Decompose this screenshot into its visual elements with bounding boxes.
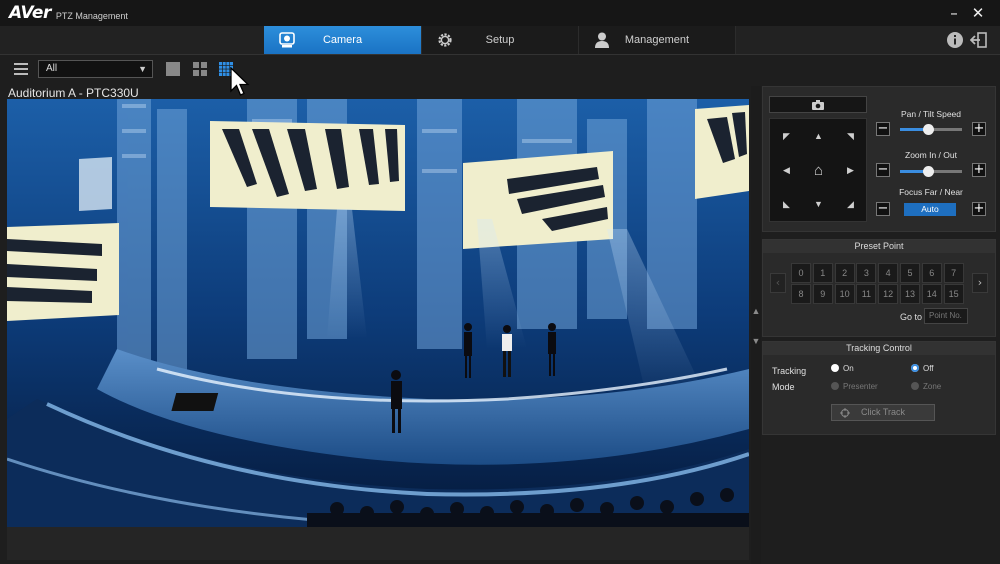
tracking-label: Tracking [772, 366, 807, 376]
mode-presenter-radio[interactable] [831, 382, 839, 390]
preset-button[interactable]: 6 [921, 263, 942, 283]
tracking-control-title: Tracking Control [763, 342, 995, 355]
pan-tilt-speed-thumb[interactable] [922, 124, 934, 135]
ptz-control-panel: ◤ ▲ ◥ ◀ ⌂ ▶ ◣ ▼ ◢ Pan / Tilt Speed − + Z… [762, 86, 996, 232]
tracking-on-label: On [843, 364, 854, 373]
focus-near-button[interactable]: + [972, 202, 986, 216]
pan-up-right-button[interactable]: ◥ [835, 120, 866, 153]
tracking-off-radio[interactable] [911, 364, 919, 372]
single-layout-icon[interactable] [166, 62, 180, 76]
preset-next-button[interactable]: › [972, 273, 988, 293]
mode-presenter-label: Presenter [843, 382, 878, 391]
focus-auto-button[interactable]: Auto [904, 203, 956, 216]
camera-snapshot-icon [812, 100, 824, 110]
preset-point-panel: Preset Point ‹ 0 1 2 3 4 5 6 7 8 9 10 11 12 13 14 15 › … [762, 239, 996, 337]
zoom-slider[interactable] [900, 166, 962, 177]
quad-layout-icon[interactable] [193, 62, 207, 76]
goto-point-input[interactable]: Point No. [924, 308, 968, 324]
minimize-button[interactable]: – [944, 3, 964, 23]
preset-prev-button[interactable]: ‹ [770, 273, 786, 293]
mouse-cursor-icon [230, 67, 250, 96]
preset-button[interactable]: 0 [791, 263, 811, 283]
pan-down-left-button[interactable]: ◣ [771, 188, 802, 221]
goto-label: Go to [900, 312, 923, 322]
pan-up-left-button[interactable]: ◤ [771, 120, 802, 153]
view-toolbar: All ▼ [0, 56, 1000, 84]
focus-label: Focus Far / Near [899, 187, 963, 197]
camera-group-value: All [46, 63, 58, 74]
tracking-control-panel: Tracking Control Tracking Mode On Off Pr… [762, 341, 996, 435]
main-nav: Camera Setup Management [0, 26, 1000, 55]
preset-button[interactable]: 14 [921, 284, 942, 304]
collapse-up-icon[interactable]: ▲ [751, 306, 761, 316]
tracking-on-radio[interactable] [831, 364, 839, 372]
pan-tilt-minus-button[interactable]: − [876, 122, 890, 136]
snapshot-button[interactable] [769, 96, 867, 113]
tab-management[interactable]: Management [579, 26, 736, 54]
preset-button[interactable]: 12 [878, 284, 899, 304]
preset-button[interactable]: 7 [943, 263, 964, 283]
click-track-label: Click Track [860, 407, 905, 417]
pan-right-button[interactable]: ▶ [835, 154, 866, 187]
collapse-down-icon[interactable]: ▼ [751, 336, 761, 346]
title-bar: AVer PTZ Management – ✕ [0, 0, 1000, 26]
menu-icon[interactable] [14, 63, 28, 75]
direction-pad: ◤ ▲ ◥ ◀ ⌂ ▶ ◣ ▼ ◢ [769, 118, 867, 222]
logout-icon[interactable] [970, 31, 988, 49]
mode-label: Mode [772, 382, 795, 392]
mode-zone-radio[interactable] [911, 382, 919, 390]
aver-logo: AVer [9, 3, 51, 23]
crosshair-icon [840, 408, 850, 418]
zoom-out-button[interactable]: − [876, 163, 890, 177]
preset-button[interactable]: 15 [943, 284, 964, 304]
preset-button[interactable]: 8 [791, 284, 811, 304]
preset-button[interactable]: 11 [856, 284, 877, 304]
user-icon [595, 32, 609, 48]
tilt-up-button[interactable]: ▲ [803, 120, 834, 153]
pan-tilt-speed-slider[interactable] [900, 124, 962, 135]
preset-button[interactable]: 4 [878, 263, 899, 283]
zoom-in-button[interactable]: + [972, 163, 986, 177]
camera-tab-icon [279, 32, 295, 48]
panel-empty-area [762, 437, 996, 560]
app-title: PTZ Management [55, 10, 128, 21]
home-button[interactable]: ⌂ [803, 154, 834, 187]
camera-video-feed[interactable] [7, 99, 749, 527]
close-button[interactable]: ✕ [968, 3, 988, 23]
stage-video-frame [7, 99, 749, 527]
video-footer [7, 527, 749, 560]
preset-button[interactable]: 1 [812, 263, 833, 283]
pan-tilt-plus-button[interactable]: + [972, 122, 986, 136]
tab-setup[interactable]: Setup [422, 26, 579, 54]
zoom-label: Zoom In / Out [905, 150, 957, 160]
preset-button[interactable]: 9 [812, 284, 833, 304]
preset-button[interactable]: 10 [834, 284, 855, 304]
camera-group-select[interactable]: All ▼ [38, 60, 153, 78]
panel-splitter[interactable]: ▲ ▼ [751, 86, 761, 564]
mode-zone-label: Zone [923, 382, 942, 391]
pan-left-button[interactable]: ◀ [771, 154, 802, 187]
click-track-button[interactable]: Click Track [831, 404, 935, 421]
focus-far-button[interactable]: − [876, 202, 890, 216]
pan-down-right-button[interactable]: ◢ [835, 188, 866, 221]
preset-button[interactable]: 3 [856, 263, 877, 283]
chevron-down-icon: ▼ [138, 64, 147, 74]
preset-button[interactable]: 13 [900, 284, 920, 304]
preset-button[interactable]: 5 [900, 263, 920, 283]
pan-tilt-speed-label: Pan / Tilt Speed [900, 109, 961, 119]
tilt-down-button[interactable]: ▼ [803, 188, 834, 221]
preset-button[interactable]: 2 [834, 263, 855, 283]
tab-camera[interactable]: Camera [264, 26, 422, 54]
zoom-thumb[interactable] [922, 166, 934, 177]
info-icon[interactable] [946, 31, 964, 49]
preset-point-title: Preset Point [763, 240, 995, 253]
gear-icon [438, 33, 452, 47]
tracking-off-label: Off [923, 364, 934, 373]
camera-name: Auditorium A - PTC330U [8, 86, 139, 100]
